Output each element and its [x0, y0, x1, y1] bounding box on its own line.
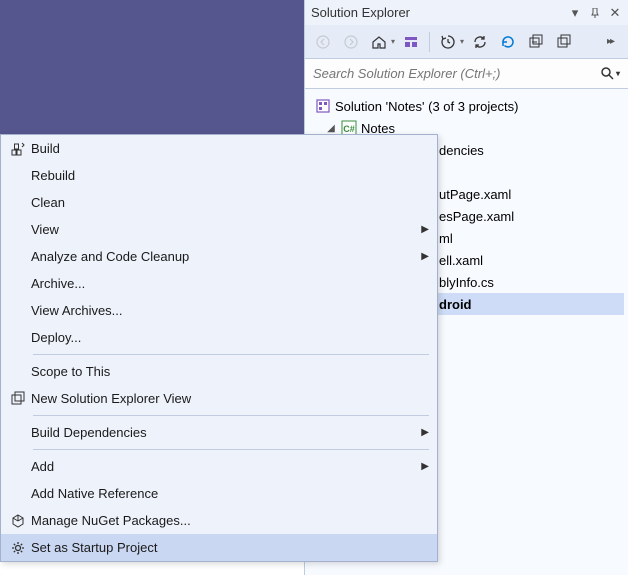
menu-nuget[interactable]: Manage NuGet Packages... — [1, 507, 437, 534]
menu-label: Build — [31, 141, 429, 156]
menu-label: Manage NuGet Packages... — [31, 513, 429, 528]
pin-icon[interactable] — [588, 6, 602, 20]
tree-solution-node[interactable]: Solution 'Notes' (3 of 3 projects) — [309, 95, 624, 117]
submenu-arrow-icon: ▶ — [421, 427, 429, 438]
tree-label: droid — [439, 297, 472, 312]
menu-label: Archive... — [31, 276, 429, 291]
pending-changes-icon[interactable] — [436, 30, 460, 54]
editor-background — [0, 0, 304, 140]
switch-views-icon[interactable] — [399, 30, 423, 54]
expand-arrow-icon[interactable]: ◢ — [325, 123, 337, 134]
home-icon[interactable] — [367, 30, 391, 54]
tree-label: dencies — [439, 143, 484, 158]
menu-add[interactable]: Add▶ — [1, 453, 437, 480]
menu-deploy[interactable]: Deploy... — [1, 324, 437, 351]
menu-add-native[interactable]: Add Native Reference — [1, 480, 437, 507]
menu-label: View Archives... — [31, 303, 429, 318]
menu-separator — [33, 449, 429, 450]
refresh-icon[interactable] — [496, 30, 520, 54]
menu-label: Build Dependencies — [31, 425, 421, 440]
menu-label: New Solution Explorer View — [31, 391, 429, 406]
menu-view-archives[interactable]: View Archives... — [1, 297, 437, 324]
tree-label: utPage.xaml — [439, 187, 511, 202]
menu-label: Add — [31, 459, 421, 474]
back-icon — [311, 30, 335, 54]
build-icon — [5, 138, 31, 160]
show-all-icon[interactable] — [552, 30, 576, 54]
collapse-all-icon[interactable] — [524, 30, 548, 54]
menu-label: Set as Startup Project — [31, 540, 429, 555]
submenu-arrow-icon: ▶ — [421, 461, 429, 472]
menu-label: Clean — [31, 195, 429, 210]
menu-new-view[interactable]: New Solution Explorer View — [1, 385, 437, 412]
search-bar: ▾ — [305, 59, 628, 89]
panel-titlebar: Solution Explorer ▾ ✕ — [305, 0, 628, 25]
sync-icon[interactable] — [468, 30, 492, 54]
menu-clean[interactable]: Clean — [1, 189, 437, 216]
tree-label: blyInfo.cs — [439, 275, 494, 290]
menu-label: Add Native Reference — [31, 486, 429, 501]
menu-rebuild[interactable]: Rebuild — [1, 162, 437, 189]
menu-separator — [33, 354, 429, 355]
menu-scope[interactable]: Scope to This — [1, 358, 437, 385]
menu-label: Analyze and Code Cleanup — [31, 249, 421, 264]
panel-toolbar: ▾ ▾ ▸▸ — [305, 25, 628, 59]
submenu-arrow-icon: ▶ — [421, 224, 429, 235]
nuget-icon — [5, 510, 31, 532]
submenu-arrow-icon: ▶ — [421, 251, 429, 262]
menu-build[interactable]: Build — [1, 135, 437, 162]
dropdown-icon[interactable]: ▾ — [568, 6, 582, 20]
panel-title: Solution Explorer — [311, 5, 568, 20]
gear-icon — [5, 537, 31, 559]
overflow-icon[interactable]: ▸▸ — [598, 30, 622, 54]
tree-label: ell.xaml — [439, 253, 483, 268]
menu-view[interactable]: View▶ — [1, 216, 437, 243]
tree-label: Solution 'Notes' (3 of 3 projects) — [335, 99, 518, 114]
menu-separator — [33, 415, 429, 416]
menu-label: Deploy... — [31, 330, 429, 345]
menu-analyze[interactable]: Analyze and Code Cleanup▶ — [1, 243, 437, 270]
menu-build-deps[interactable]: Build Dependencies▶ — [1, 419, 437, 446]
menu-archive[interactable]: Archive... — [1, 270, 437, 297]
close-icon[interactable]: ✕ — [608, 6, 622, 20]
menu-label: View — [31, 222, 421, 237]
menu-label: Scope to This — [31, 364, 429, 379]
home-dropdown-icon[interactable]: ▾ — [391, 37, 395, 46]
solution-icon — [315, 98, 331, 114]
tree-label: ml — [439, 231, 453, 246]
search-icon[interactable]: ▾ — [601, 67, 620, 80]
context-menu: Build Rebuild Clean View▶ Analyze and Co… — [0, 134, 438, 562]
forward-icon — [339, 30, 363, 54]
new-view-icon — [5, 388, 31, 410]
svg-text:C#: C# — [343, 124, 355, 134]
search-input[interactable] — [313, 66, 601, 81]
pending-dropdown-icon[interactable]: ▾ — [460, 37, 464, 46]
tree-label: esPage.xaml — [439, 209, 514, 224]
menu-startup[interactable]: Set as Startup Project — [1, 534, 437, 561]
menu-label: Rebuild — [31, 168, 429, 183]
